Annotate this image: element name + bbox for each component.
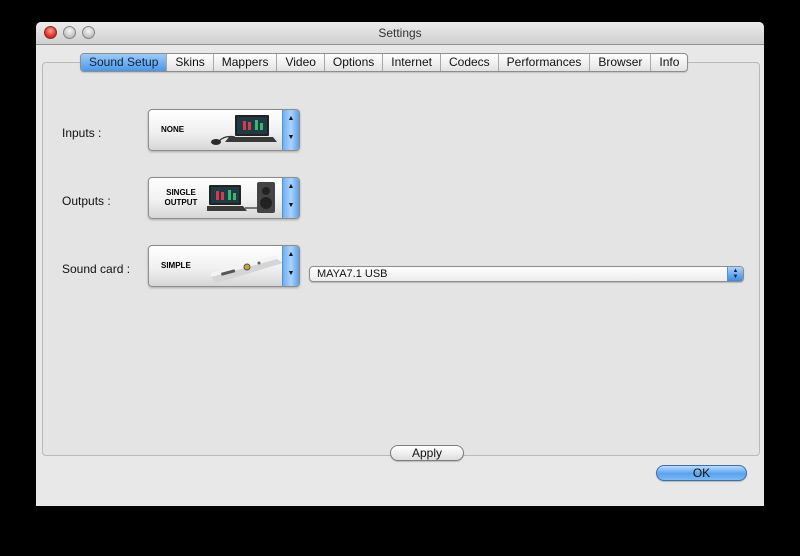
sound-card-value: SIMPLE <box>161 261 191 270</box>
tab-options[interactable]: Options <box>323 54 382 71</box>
settings-tab-bar: Sound Setup Skins Mappers Video Options … <box>80 53 689 72</box>
down-arrow-icon: ▼ <box>287 134 295 141</box>
sound-card-selector[interactable]: SIMPLE ▲ ▼ <box>148 245 300 287</box>
tab-codecs[interactable]: Codecs <box>439 54 498 71</box>
up-arrow-icon: ▲ <box>287 115 295 122</box>
tab-content-panel: Inputs : NONE ▲ ▼ Outputs : SINGLE OUTPU… <box>42 62 760 461</box>
tab-internet[interactable]: Internet <box>382 54 440 71</box>
title-bar[interactable]: Settings <box>36 22 764 45</box>
laptop-with-speaker-icon <box>207 182 275 213</box>
sound-card-device-select[interactable]: MAYA7.1 USB ▲ ▼ <box>309 266 744 282</box>
tab-performances[interactable]: Performances <box>497 54 590 71</box>
inputs-value: NONE <box>161 125 185 134</box>
outputs-value: SINGLE OUTPUT <box>164 188 198 207</box>
laptop-audio-jack-icon <box>211 255 283 283</box>
window-title: Settings <box>378 26 422 40</box>
down-arrow-icon: ▼ <box>287 270 295 277</box>
sound-card-stepper[interactable]: ▲ ▼ <box>282 246 299 286</box>
outputs-stepper[interactable]: ▲ ▼ <box>282 178 299 218</box>
up-arrow-icon: ▲ <box>287 183 295 190</box>
tab-sound-setup[interactable]: Sound Setup <box>81 54 167 71</box>
inputs-label: Inputs : <box>62 126 102 140</box>
device-select-stepper[interactable]: ▲ ▼ <box>727 267 743 281</box>
inputs-selector[interactable]: NONE ▲ ▼ <box>148 109 300 151</box>
sound-card-device-value: MAYA7.1 USB <box>317 268 388 280</box>
sound-card-label: Sound card : <box>62 262 131 276</box>
outputs-label: Outputs : <box>62 194 111 208</box>
up-arrow-icon: ▲ <box>287 251 295 258</box>
apply-button[interactable]: Apply <box>390 445 464 461</box>
down-arrow-icon: ▼ <box>732 274 739 280</box>
settings-window: Settings Inputs : NONE ▲ ▼ Outputs : SIN <box>36 22 764 506</box>
laptop-with-mouse-icon <box>211 115 277 145</box>
inputs-stepper[interactable]: ▲ ▼ <box>282 110 299 150</box>
ok-button[interactable]: OK <box>656 465 747 481</box>
tab-info[interactable]: Info <box>650 54 687 71</box>
tab-browser[interactable]: Browser <box>589 54 650 71</box>
outputs-selector[interactable]: SINGLE OUTPUT ▲ ▼ <box>148 177 300 219</box>
tab-video[interactable]: Video <box>276 54 323 71</box>
tab-skins[interactable]: Skins <box>166 54 212 71</box>
tab-mappers[interactable]: Mappers <box>212 54 277 71</box>
down-arrow-icon: ▼ <box>287 202 295 209</box>
